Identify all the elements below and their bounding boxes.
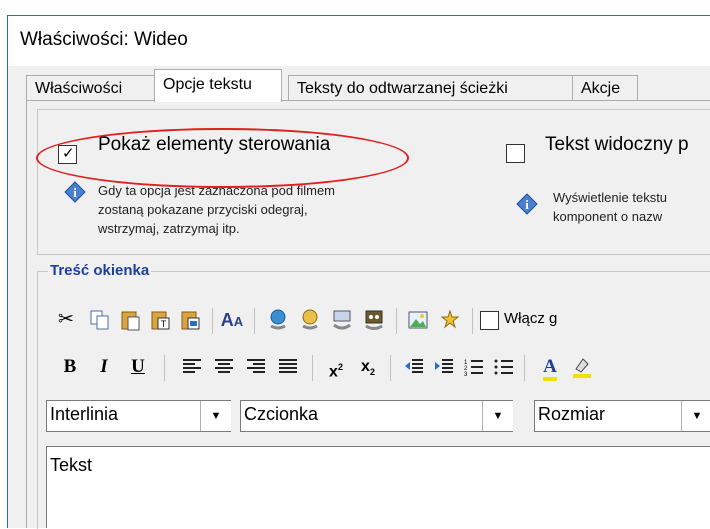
line-spacing-select[interactable]: Interlinia ▼: [46, 400, 231, 432]
align-justify-icon[interactable]: [274, 353, 302, 381]
font-value: Czcionka: [244, 404, 319, 424]
tab-label: Opcje tekstu: [163, 76, 252, 93]
text-visible-label[interactable]: Tekst widoczny p: [545, 134, 689, 156]
align-right-icon[interactable]: [242, 353, 270, 381]
chevron-down-icon[interactable]: ▼: [681, 401, 710, 431]
text-visible-hint: Wyświetlenie tekstu komponent o nazw: [553, 188, 667, 226]
unlink-icon[interactable]: [328, 306, 356, 334]
highlight-icon[interactable]: [568, 353, 596, 381]
toolbar-separator: [396, 308, 397, 334]
indent-icon[interactable]: [430, 353, 458, 381]
window-title: Właściwości: Wideo: [20, 29, 188, 50]
enable-option-label[interactable]: Włącz g: [504, 310, 557, 327]
chevron-down-icon[interactable]: ▼: [200, 401, 231, 431]
italic-icon[interactable]: I: [90, 353, 118, 381]
underline-icon[interactable]: U: [124, 353, 152, 381]
outdent-icon[interactable]: [400, 353, 428, 381]
svg-text:i: i: [525, 197, 529, 212]
content-group-legend: Treść okienka: [48, 262, 152, 279]
text-visible-checkbox[interactable]: [506, 144, 525, 163]
image-icon[interactable]: [404, 306, 432, 334]
special-icon[interactable]: [436, 306, 464, 334]
numbered-list-icon[interactable]: 123: [460, 353, 488, 381]
info-icon: i: [516, 193, 538, 215]
size-select[interactable]: Rozmiar ▼: [534, 400, 710, 432]
toolbar-row-1: ✂ T AA Włącz g: [52, 306, 710, 338]
svg-text:3: 3: [464, 372, 468, 376]
tab-track-texts[interactable]: Teksty do odtwarzanej ścieżki: [288, 75, 574, 101]
align-left-icon[interactable]: [178, 353, 206, 381]
hint-line: wstrzymaj, zatrzymaj itp.: [98, 221, 240, 236]
font-color-icon[interactable]: A: [536, 353, 564, 381]
tab-label: Właściwości: [35, 80, 123, 97]
toolbar-separator: [164, 355, 165, 381]
svg-text:i: i: [73, 185, 77, 200]
toolbar-separator: [390, 355, 391, 381]
tab-label: Teksty do odtwarzanej ścieżki: [297, 80, 508, 97]
info-icon: i: [64, 181, 86, 203]
content-editor[interactable]: Tekst: [46, 446, 710, 528]
subscript-icon[interactable]: x2: [354, 353, 382, 381]
insert-link-icon[interactable]: [296, 306, 324, 334]
highlight-ellipse: [36, 128, 409, 188]
tab-text-options[interactable]: Opcje tekstu: [154, 69, 282, 102]
toolbar-separator: [472, 308, 473, 334]
toolbar-separator: [524, 355, 525, 381]
toolbar-separator: [212, 308, 213, 334]
title-bar: Właściwości: Wideo: [8, 16, 710, 66]
link-icon[interactable]: [264, 306, 292, 334]
line-spacing-value: Interlinia: [50, 404, 119, 424]
copy-icon[interactable]: [86, 306, 114, 334]
enable-option-checkbox[interactable]: [480, 311, 499, 330]
svg-text:T: T: [161, 319, 167, 329]
size-value: Rozmiar: [538, 404, 606, 424]
hint-line: Wyświetlenie tekstu: [553, 190, 668, 205]
font-select[interactable]: Czcionka ▼: [240, 400, 513, 432]
editor-text: Tekst: [50, 455, 93, 475]
tab-actions[interactable]: Akcje: [572, 75, 638, 101]
superscript-icon[interactable]: x2: [322, 353, 350, 381]
tab-label: Akcje: [581, 80, 621, 97]
toolbar-row-2: B I U x2 x2 123 A: [52, 353, 710, 385]
paste-text-icon[interactable]: T: [146, 306, 174, 334]
tab-properties[interactable]: Właściwości: [26, 75, 160, 101]
hint-line: komponent o nazw: [553, 209, 663, 224]
find-replace-icon[interactable]: AA: [218, 306, 246, 334]
align-center-icon[interactable]: [210, 353, 238, 381]
anchor-icon[interactable]: [360, 306, 388, 334]
paste-word-icon[interactable]: [176, 306, 204, 334]
paste-icon[interactable]: [116, 306, 144, 334]
bullet-list-icon[interactable]: [490, 353, 518, 381]
chevron-down-icon[interactable]: ▼: [482, 401, 513, 431]
show-controls-hint: Gdy ta opcja jest zaznaczona pod filmem …: [98, 181, 335, 238]
cut-icon[interactable]: ✂: [52, 306, 80, 334]
bold-icon[interactable]: B: [56, 353, 84, 381]
toolbar-separator: [254, 308, 255, 334]
hint-line: zostaną pokazane przyciski odegraj,: [98, 202, 308, 217]
toolbar-separator: [312, 355, 313, 381]
